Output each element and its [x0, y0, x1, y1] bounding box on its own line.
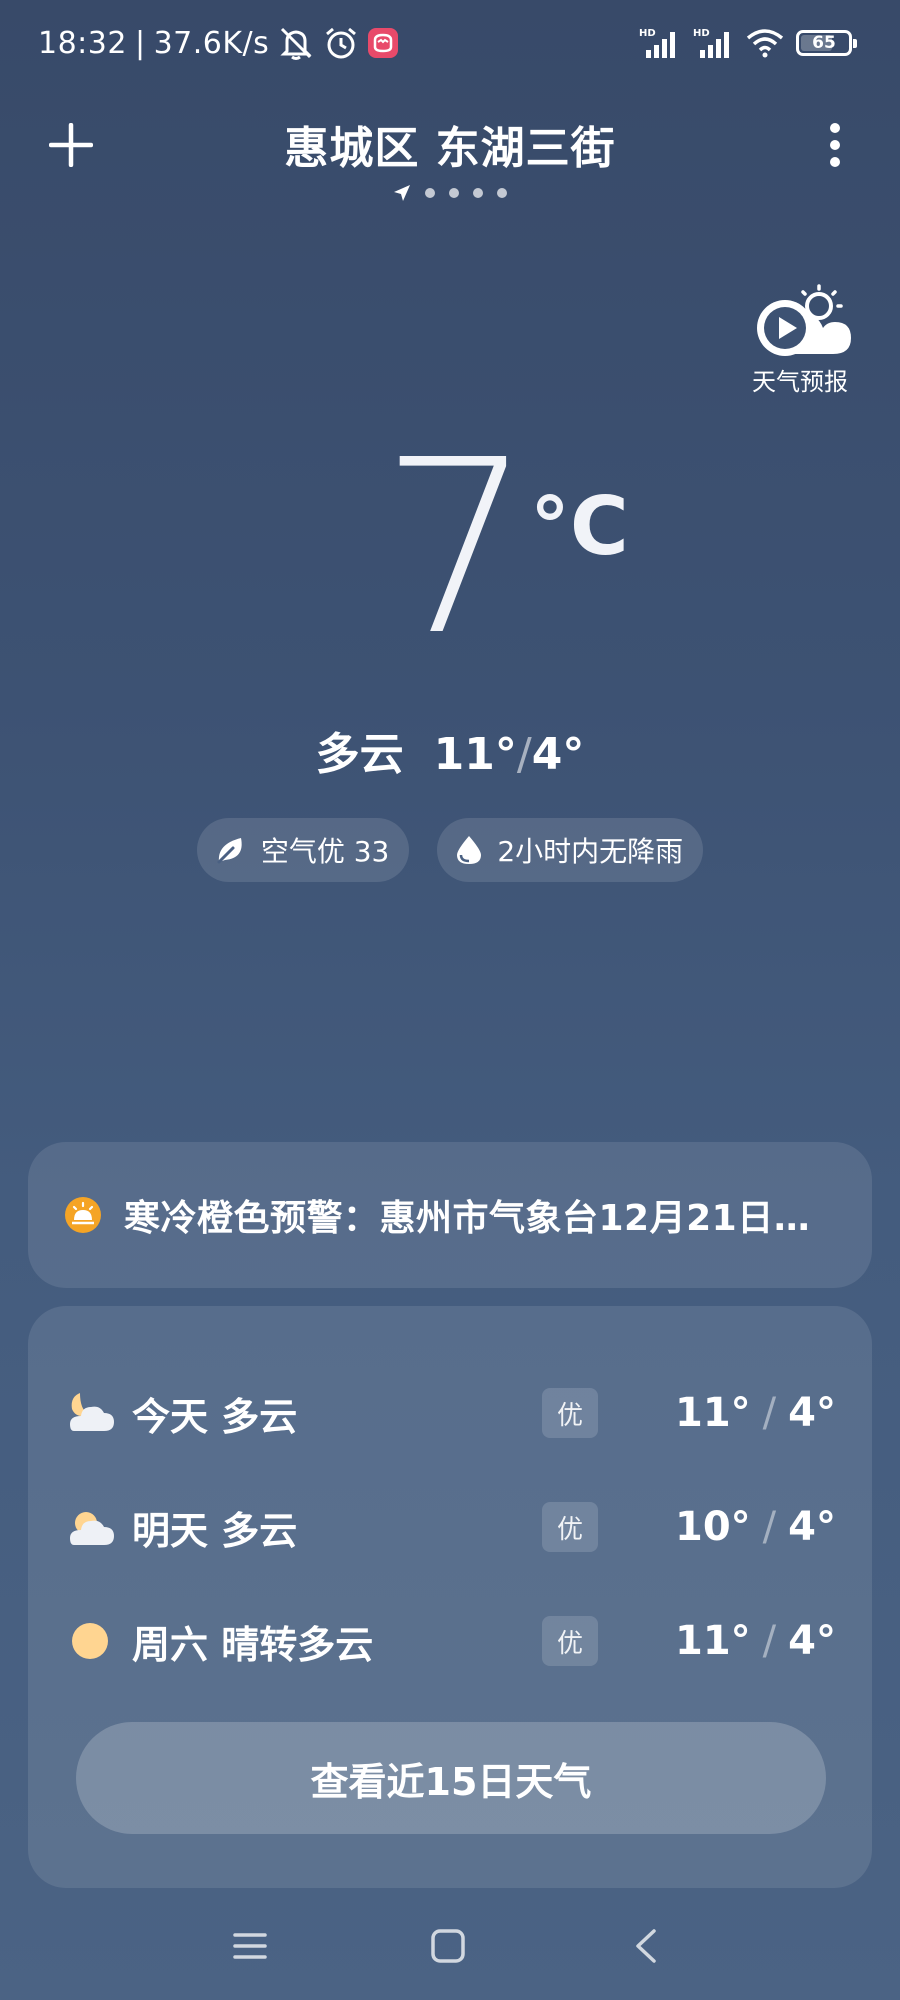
home-button[interactable] [418, 1918, 478, 1974]
air-quality-chip[interactable]: 空气优 33 [196, 818, 410, 882]
page-dot [473, 188, 483, 198]
day-label: 今天 多云 [132, 1394, 298, 1439]
rain-chip[interactable]: 2小时内无降雨 [437, 818, 704, 882]
alert-sun-icon [65, 1197, 101, 1233]
network-speed: 37.6K/s [153, 25, 270, 61]
back-button[interactable] [616, 1918, 676, 1974]
day-temp-separator: / [762, 1504, 777, 1550]
video-forecast-label: 天气预报 [752, 368, 848, 396]
current-temperature: 7 °C [0, 428, 900, 698]
city-title[interactable]: 惠城区 东湖三街 [0, 112, 900, 176]
back-chevron-icon [636, 1929, 656, 1963]
condition-text: 多云 [315, 729, 404, 780]
status-left: 18:32 | 37.6K/s [38, 22, 399, 64]
daily-row[interactable]: 明天 多云 优 10°/4° [28, 1482, 872, 1572]
sim1-hd-label: HD [639, 28, 656, 39]
air-quality-text: 空气优 33 [260, 835, 390, 868]
location-arrow-icon [394, 185, 410, 201]
video-forecast-button[interactable]: 天气预报 [740, 284, 860, 397]
aqi-badge: 优 [542, 1502, 598, 1552]
day-temp-separator: / [762, 1618, 777, 1664]
mute-bell-icon [277, 25, 315, 61]
day-temps: 10°/4° [675, 1504, 836, 1550]
header: 惠城区 东湖三街 [0, 96, 900, 206]
info-chips: 空气优 33 2小时内无降雨 [0, 818, 900, 882]
page-dot [425, 188, 435, 198]
alert-text: 寒冷橙色预警：惠州市气象台12月21日... [124, 1198, 814, 1239]
day-low: 4° [788, 1504, 836, 1550]
fifteen-day-forecast-button[interactable]: 查看近15日天气 [76, 1722, 826, 1834]
day-high: 10° [675, 1504, 751, 1550]
low-temp: 4° [531, 729, 585, 780]
page-dot [497, 188, 507, 198]
wifi-icon [746, 28, 784, 58]
weather-alert-card[interactable]: 寒冷橙色预警：惠州市气象台12月21日... [28, 1142, 872, 1288]
daily-row[interactable]: 今天 多云 优 11°/4° [28, 1368, 872, 1458]
page-indicator[interactable] [0, 184, 900, 202]
recent-apps-button[interactable] [220, 1918, 280, 1974]
cloudy-night-icon [70, 1393, 114, 1431]
leaf-icon [217, 838, 242, 864]
day-temps: 11°/4° [675, 1618, 836, 1664]
signal-sim1-icon: HD [638, 26, 680, 60]
more-menu-button[interactable] [810, 114, 860, 176]
day-temp-separator: / [762, 1390, 777, 1436]
day-high: 11° [675, 1618, 751, 1664]
app-notification-icon [367, 27, 399, 59]
weather-video-icon [757, 284, 851, 356]
battery-level: 65 [812, 33, 836, 53]
temperature-unit: °C [530, 480, 629, 573]
status-time: 18:32 [38, 25, 127, 61]
battery-icon: 65 [796, 30, 857, 56]
high-temp: 11° [433, 729, 517, 780]
daily-row[interactable]: 周六 晴转多云 优 11°/4° [28, 1596, 872, 1686]
status-separator: | [134, 25, 146, 61]
more-vertical-icon [830, 123, 840, 167]
menu-icon [233, 1933, 267, 1959]
raindrop-icon [457, 836, 482, 864]
sunny-icon [72, 1623, 108, 1659]
daily-forecast-card: 今天 多云 优 11°/4° 明天 多云 优 10°/4° 周六 晴转多云 优 … [28, 1306, 872, 1888]
status-right: HD HD 65 [638, 22, 857, 64]
alarm-icon [323, 25, 359, 61]
aqi-badge: 优 [542, 1616, 598, 1666]
day-low: 4° [788, 1390, 836, 1436]
temp-separator: / [516, 729, 532, 780]
day-high: 11° [675, 1390, 751, 1436]
day-label: 明天 多云 [132, 1508, 298, 1553]
day-low: 4° [788, 1618, 836, 1664]
signal-sim2-icon: HD [692, 26, 734, 60]
rain-text: 2小时内无降雨 [497, 835, 684, 868]
navigation-bar [0, 1900, 900, 1990]
day-temps: 11°/4° [675, 1390, 836, 1436]
temperature-value: 7 [380, 408, 533, 688]
current-condition: 多云 11°/4° [0, 718, 900, 782]
day-label: 周六 晴转多云 [132, 1622, 374, 1667]
home-square-icon [431, 1929, 465, 1963]
status-bar: 18:32 | 37.6K/s HD HD 65 [0, 0, 900, 86]
sim2-hd-label: HD [693, 28, 710, 39]
aqi-badge: 优 [542, 1388, 598, 1438]
page-dot [449, 188, 459, 198]
cloudy-icon [70, 1512, 114, 1545]
